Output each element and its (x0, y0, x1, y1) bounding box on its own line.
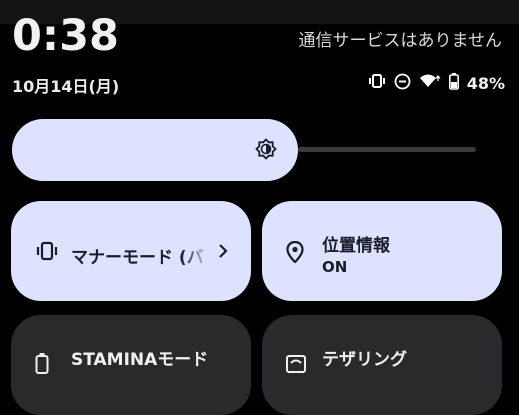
battery-icon (448, 72, 459, 94)
status-icons: 48% (368, 72, 505, 94)
tile-subtitle: ON (322, 258, 348, 276)
tile-title: テザリング (322, 350, 407, 370)
tile-location[interactable]: 位置情報 ON (262, 201, 502, 301)
do-not-disturb-icon (394, 73, 411, 94)
brightness-track[interactable] (298, 147, 476, 152)
clock[interactable]: 0:38 (12, 12, 119, 60)
wifi-icon (419, 73, 441, 93)
brightness-icon (255, 138, 277, 164)
brightness-slider[interactable] (12, 119, 298, 181)
vibrate-icon (368, 73, 386, 93)
tile-tethering[interactable]: テザリング (262, 315, 502, 415)
chevron-right-icon[interactable] (217, 241, 229, 265)
label-fade (181, 231, 211, 271)
tile-manner-mode[interactable]: マナーモード (バ (11, 201, 251, 301)
tile-stamina-mode[interactable]: STAMINAモード (11, 315, 251, 415)
date-label[interactable]: 10月14日(月) (12, 73, 119, 97)
carrier-label: 通信サービスはありません (298, 31, 503, 51)
vibrate-icon (35, 241, 59, 265)
location-pin-icon (286, 240, 304, 267)
battery-saver-icon (35, 352, 49, 378)
tile-title: STAMINAモード (71, 350, 209, 370)
tile-title: 位置情報 (322, 236, 390, 256)
hotspot-icon (286, 352, 306, 378)
battery-percentage: 48% (466, 73, 505, 93)
